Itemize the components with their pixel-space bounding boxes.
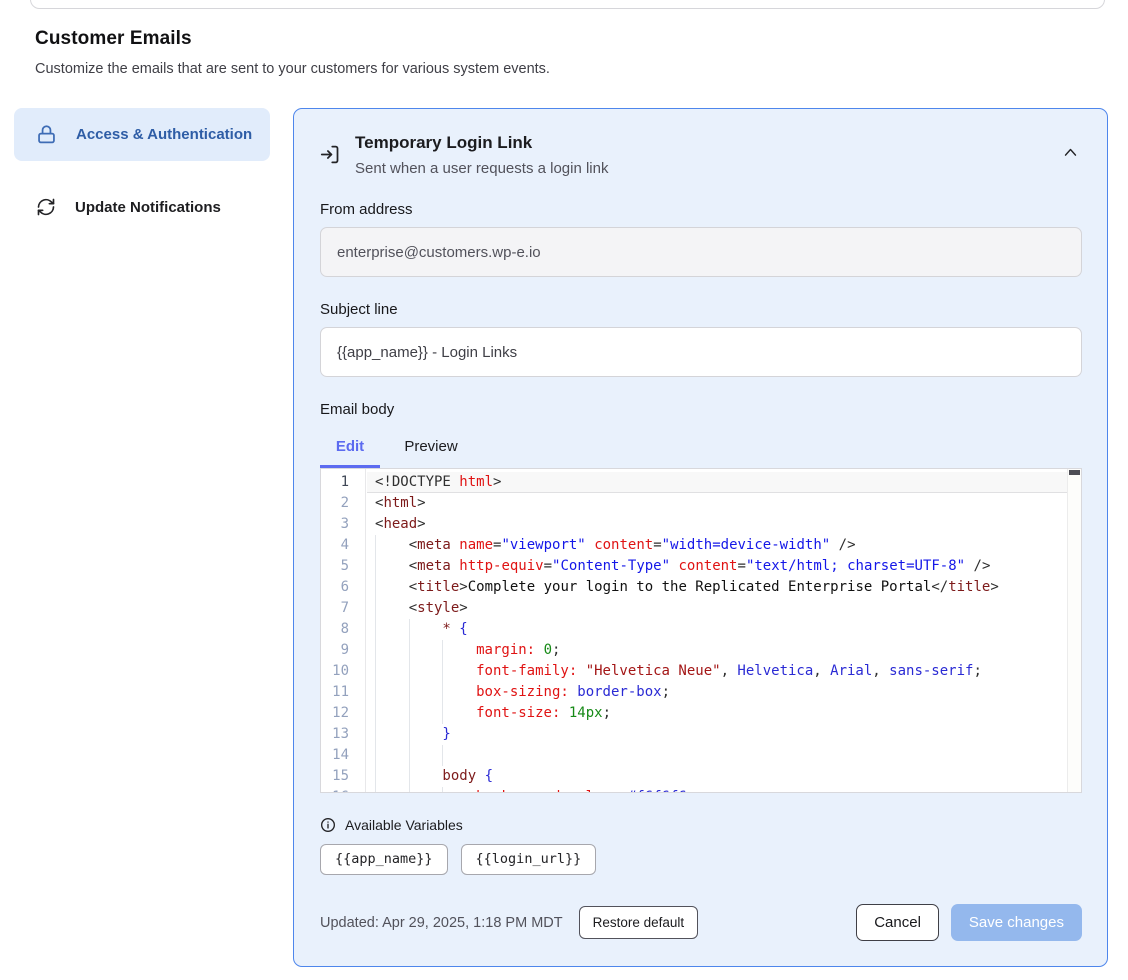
code-editor[interactable]: 12345678910111213141516 <!DOCTYPE html><…: [320, 468, 1082, 793]
code-line: * {: [367, 619, 1081, 640]
code-line: background-color: #f6f6f6;: [367, 787, 1081, 792]
code-line: <head>: [367, 514, 1081, 535]
top-card-bottom-edge: [30, 0, 1105, 9]
line-number: 15: [321, 766, 349, 787]
sidebar: Access & Authentication Update Notificat…: [14, 108, 270, 233]
info-icon: [320, 817, 336, 833]
code-line: font-size: 14px;: [367, 703, 1081, 724]
line-number: 4: [321, 535, 349, 556]
line-number: 14: [321, 745, 349, 766]
line-number: 1: [321, 472, 349, 493]
line-number: 13: [321, 724, 349, 745]
collapse-section-button[interactable]: [1059, 143, 1082, 161]
sidebar-item-update-notifications[interactable]: Update Notifications: [14, 181, 270, 233]
restore-default-button[interactable]: Restore default: [579, 906, 699, 939]
line-number: 7: [321, 598, 349, 619]
sidebar-item-label: Access & Authentication: [76, 126, 252, 143]
code-line: }: [367, 724, 1081, 745]
code-line: margin: 0;: [367, 640, 1081, 661]
subject-line-label: Subject line: [320, 301, 1082, 318]
login-icon: [320, 144, 341, 165]
line-number: 3: [321, 514, 349, 535]
line-number: 9: [321, 640, 349, 661]
line-number: 12: [321, 703, 349, 724]
line-number: 8: [321, 619, 349, 640]
cancel-button[interactable]: Cancel: [856, 904, 939, 941]
panel-title: Temporary Login Link: [355, 133, 608, 153]
from-address-label: From address: [320, 201, 1082, 218]
editor-gutter: 12345678910111213141516: [321, 469, 366, 792]
updated-timestamp: Updated: Apr 29, 2025, 1:18 PM MDT: [320, 915, 563, 931]
code-line: <style>: [367, 598, 1081, 619]
code-line: body {: [367, 766, 1081, 787]
scrollbar-thumb[interactable]: [1069, 470, 1080, 475]
line-number: 5: [321, 556, 349, 577]
line-number: 2: [321, 493, 349, 514]
line-number: 11: [321, 682, 349, 703]
page-subtitle: Customize the emails that are sent to yo…: [35, 61, 1128, 77]
variable-chip-login-url[interactable]: {{login_url}}: [461, 844, 597, 875]
code-line: <html>: [367, 493, 1081, 514]
refresh-icon: [36, 197, 56, 217]
line-number: 6: [321, 577, 349, 598]
code-line: <meta name="viewport" content="width=dev…: [367, 535, 1081, 556]
email-settings-panel: Temporary Login Link Sent when a user re…: [293, 108, 1108, 967]
tab-preview[interactable]: Preview: [404, 431, 458, 468]
email-body-label: Email body: [320, 401, 1082, 418]
from-address-input[interactable]: [320, 227, 1082, 277]
email-body-tabs: Edit Preview: [320, 431, 1082, 468]
code-line: <meta http-equiv="Content-Type" content=…: [367, 556, 1081, 577]
subject-line-input[interactable]: [320, 327, 1082, 377]
save-changes-button[interactable]: Save changes: [951, 904, 1082, 941]
available-variables-label: Available Variables: [345, 817, 463, 833]
sidebar-item-access-authentication[interactable]: Access & Authentication: [14, 108, 270, 161]
lock-icon: [36, 124, 57, 145]
code-line: font-family: "Helvetica Neue", Helvetica…: [367, 661, 1081, 682]
line-number: 16: [321, 787, 349, 793]
chevron-up-icon: [1063, 147, 1078, 157]
editor-scrollbar[interactable]: [1067, 469, 1081, 792]
editor-code: <!DOCTYPE html><html><head><meta name="v…: [367, 469, 1081, 792]
code-line: <!DOCTYPE html>: [367, 472, 1081, 493]
panel-subtitle: Sent when a user requests a login link: [355, 160, 608, 177]
panel-header: Temporary Login Link Sent when a user re…: [320, 133, 1082, 177]
code-line: [367, 745, 1081, 766]
code-line: <title>Complete your login to the Replic…: [367, 577, 1081, 598]
variable-chip-app-name[interactable]: {{app_name}}: [320, 844, 448, 875]
page-title: Customer Emails: [35, 28, 1128, 50]
code-line: box-sizing: border-box;: [367, 682, 1081, 703]
sidebar-item-label: Update Notifications: [75, 199, 221, 216]
tab-edit[interactable]: Edit: [320, 431, 380, 468]
page-header: Customer Emails Customize the emails tha…: [0, 0, 1128, 77]
line-number: 10: [321, 661, 349, 682]
